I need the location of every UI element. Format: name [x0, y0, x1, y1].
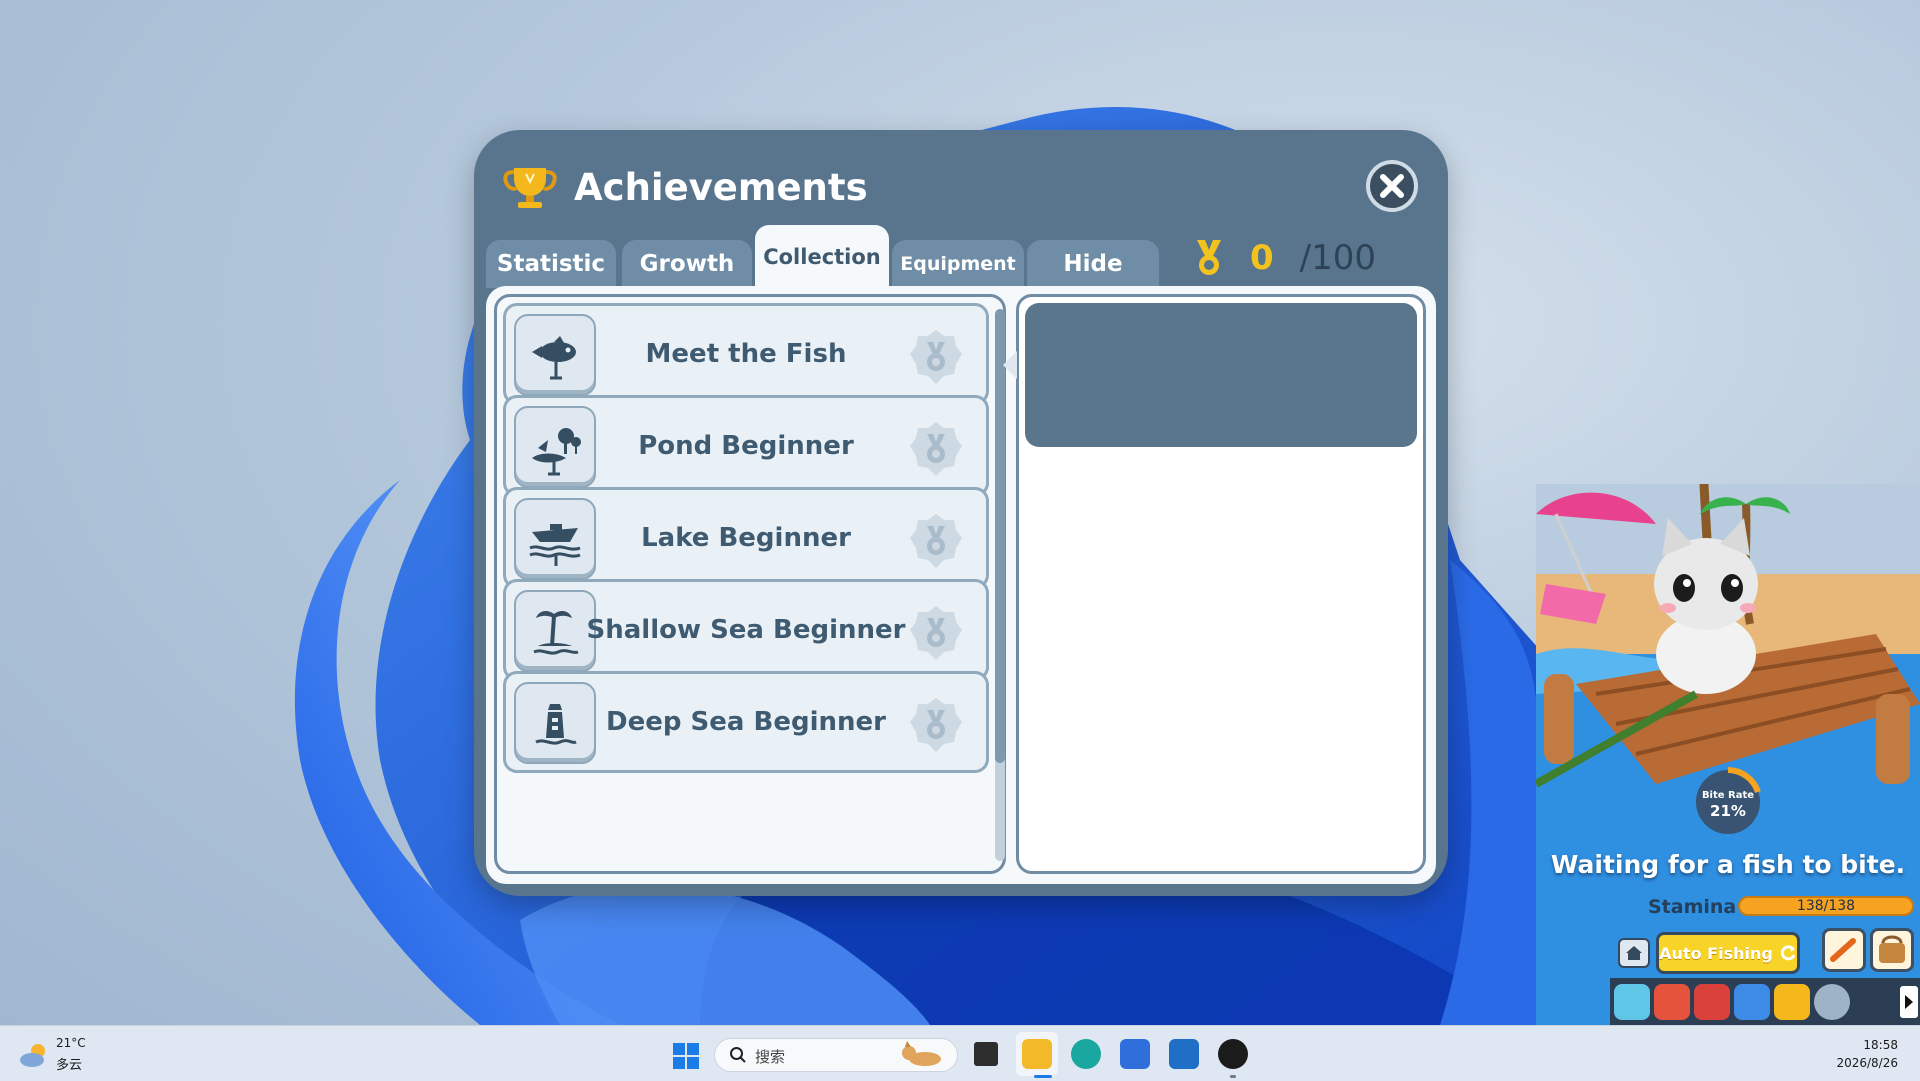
medal-badge-icon: [910, 330, 962, 384]
medal-badge-icon: [910, 422, 962, 476]
fishing-game-widget: Bite Rate 21% Waiting for a fish to bite…: [1536, 484, 1920, 1025]
taskbar-search[interactable]: 搜索: [714, 1038, 958, 1072]
qq-icon[interactable]: [1218, 1039, 1248, 1069]
edge-browser-icon[interactable]: [1071, 1039, 1101, 1069]
bite-rate-label: Bite Rate: [1701, 790, 1755, 801]
refresh-icon: [1780, 945, 1796, 961]
stamina-value: 138/138: [1796, 898, 1856, 914]
achievements-panel: Meet the Fish Pond Beginner Lake Beginne…: [486, 286, 1436, 884]
achievements-window: Achievements Statistic Growth Collection…: [474, 130, 1448, 896]
home-button[interactable]: [1618, 938, 1650, 968]
lighthouse-icon: [514, 682, 596, 764]
weather-temperature: 21°C: [56, 1036, 86, 1050]
bait-slot-button[interactable]: [1822, 928, 1866, 972]
achievement-label: Shallow Sea Beginner: [586, 615, 906, 645]
chevron-right-icon: [1905, 995, 1913, 1009]
backpack-icon[interactable]: [1654, 984, 1690, 1020]
achievements-title: Achievements: [574, 166, 868, 209]
weather-widget[interactable]: 21°C 多云: [16, 1034, 106, 1074]
taskbar: 21°C 多云 搜索 18:58 2026/8/26: [0, 1025, 1920, 1081]
achievement-label: Deep Sea Beginner: [606, 707, 886, 737]
auto-fishing-label: Auto Fishing: [1659, 943, 1773, 963]
trophy-toolbar-icon[interactable]: [1774, 984, 1810, 1020]
fish-icon: [514, 314, 596, 396]
achievement-item-deep-sea-beginner[interactable]: Deep Sea Beginner: [503, 671, 989, 773]
medal-badge-icon: [910, 514, 962, 568]
achievement-detail-header: [1025, 303, 1417, 447]
settings-gear-icon[interactable]: [1814, 984, 1850, 1020]
achievement-label: Pond Beginner: [638, 431, 854, 461]
close-button[interactable]: [1366, 160, 1418, 212]
bait-icon: [1830, 938, 1856, 962]
file-explorer-icon[interactable]: [1022, 1039, 1052, 1069]
bite-rate-value: 21%: [1710, 802, 1746, 820]
medal-score: 0 /100: [1194, 230, 1376, 286]
tab-statistic[interactable]: Statistic: [486, 240, 616, 288]
running-indicator: [1034, 1075, 1052, 1078]
pond-icon: [514, 406, 596, 488]
medal-badge-icon: [910, 606, 962, 660]
character-icon[interactable]: [1614, 984, 1650, 1020]
running-indicator: [1230, 1075, 1236, 1078]
shop-icon[interactable]: [1694, 984, 1730, 1020]
medal-icon: [1197, 240, 1221, 275]
weather-condition: 多云: [56, 1058, 83, 1073]
microsoft-store-icon[interactable]: [1120, 1039, 1150, 1069]
clock-time: 18:58: [1863, 1038, 1898, 1052]
tab-equipment[interactable]: Equipment: [892, 240, 1024, 288]
search-placeholder: 搜索: [755, 1048, 786, 1066]
trophy-icon: [503, 168, 557, 208]
clock-date: 2026/8/26: [1836, 1056, 1898, 1070]
cloudy-weather-icon: [20, 1044, 45, 1067]
task-view-icon[interactable]: [974, 1042, 998, 1066]
achievement-item-meet-the-fish[interactable]: Meet the Fish: [503, 303, 989, 405]
medal-count: 0: [1250, 238, 1274, 278]
medal-total: /100: [1299, 238, 1377, 278]
fishing-status: Waiting for a fish to bite.: [1550, 850, 1906, 879]
selection-pointer: [1003, 351, 1017, 379]
achievement-detail-panel: [1003, 294, 1426, 874]
taskbar-clock[interactable]: 18:58 2026/8/26: [1836, 1036, 1898, 1072]
outlook-icon[interactable]: [1169, 1039, 1199, 1069]
achievement-label: Meet the Fish: [645, 339, 847, 369]
achievement-item-lake-beginner[interactable]: Lake Beginner: [503, 487, 989, 589]
achievement-label: Lake Beginner: [641, 523, 851, 553]
achievement-list: Meet the Fish Pond Beginner Lake Beginne…: [494, 294, 1006, 874]
boat-icon: [514, 498, 596, 580]
tab-hide[interactable]: Hide: [1027, 240, 1159, 288]
stamina-label: Stamina: [1648, 896, 1737, 918]
search-highlight-dog-icon: [902, 1041, 941, 1066]
basket-slot-button[interactable]: [1870, 928, 1914, 972]
home-icon: [1626, 946, 1642, 960]
achievement-item-pond-beginner[interactable]: Pond Beginner: [503, 395, 989, 497]
close-icon: [1380, 174, 1404, 198]
expand-toolbar-button[interactable]: [1900, 986, 1918, 1018]
achievement-item-shallow-sea-beginner[interactable]: Shallow Sea Beginner: [503, 579, 989, 681]
tab-growth[interactable]: Growth: [622, 240, 752, 288]
stamina-bar: 138/138: [1738, 896, 1914, 916]
medal-badge-icon: [910, 698, 962, 752]
tab-collection[interactable]: Collection: [755, 225, 889, 288]
basket-icon: [1879, 935, 1905, 963]
auto-fishing-button[interactable]: Auto Fishing: [1656, 932, 1800, 974]
palm-island-icon: [514, 590, 596, 672]
game-toolbar: [1610, 978, 1920, 1025]
search-icon: [730, 1047, 746, 1063]
windows-start-icon[interactable]: [673, 1043, 699, 1069]
list-scrollbar[interactable]: [995, 309, 1005, 861]
flag-icon[interactable]: [1734, 984, 1770, 1020]
